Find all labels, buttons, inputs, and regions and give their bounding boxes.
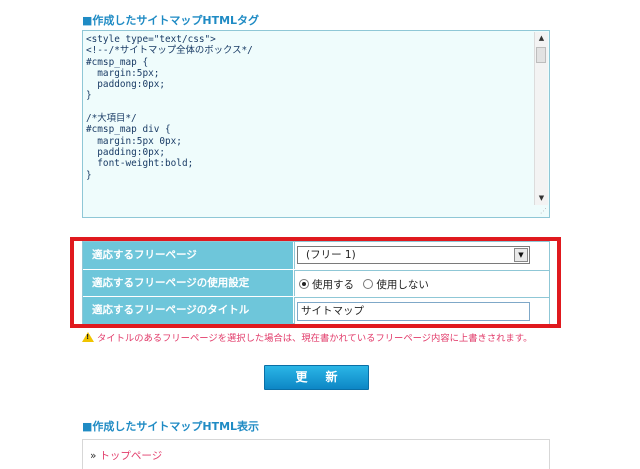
top-page-link[interactable]: » トップページ [90,448,162,463]
usage-radio-group: 使用する 使用しない [299,277,435,292]
code-text[interactable]: <style type="text/css"> <!--/*サイトマップ全体のボ… [86,34,533,211]
free-page-select-value: (フリー 1) [306,249,356,261]
settings-row-usage: 適応するフリーページの使用設定 使用する 使用しない [83,269,549,297]
sitemap-preview: » トップページ [82,439,550,469]
free-page-select[interactable]: (フリー 1) ▼ [297,246,530,264]
scroll-thumb[interactable] [536,47,546,63]
sitemap-html-tag-title: ■作成したサイトマップHTMLタグ [82,14,260,27]
radio-no-use-label[interactable]: 使用しない [376,279,429,291]
scroll-up-icon[interactable]: ▲ [535,32,548,45]
textarea-scrollbar[interactable]: ▲ ▼ [534,32,548,205]
free-page-label: 適応するフリーページ [83,242,293,269]
sitemap-html-view-title: ■作成したサイトマップHTML表示 [82,420,260,433]
page-title-label: 適応するフリーページのタイトル [83,297,293,324]
settings-row-free-page: 適応するフリーページ (フリー 1) ▼ [83,242,549,269]
radio-no-use-icon[interactable] [363,279,374,289]
top-page-link-label[interactable]: トップページ [99,450,162,462]
double-chevron-icon: » [90,450,97,462]
usage-value-cell: 使用する 使用しない [294,270,549,297]
page-title-value-cell: サイトマップ [294,297,549,324]
radio-use[interactable]: 使用する [299,277,354,292]
radio-use-label[interactable]: 使用する [312,279,354,291]
settings-row-title: 適応するフリーページのタイトル サイトマップ [83,296,549,324]
warning-text: タイトルのあるフリーページを選択した場合は、現在書かれているフリーページ内容に上… [97,333,533,344]
resize-grip-icon[interactable]: ⋰ [539,207,547,215]
free-page-settings-table: 適応するフリーページ (フリー 1) ▼ 適応するフリーページの使用設定 使用す… [82,241,550,324]
dropdown-arrow-icon[interactable]: ▼ [514,248,528,262]
warning-icon [82,332,94,342]
scroll-down-icon[interactable]: ▼ [535,192,548,205]
overwrite-warning: タイトルのあるフリーページを選択した場合は、現在書かれているフリーページ内容に上… [82,330,532,344]
free-page-value-cell: (フリー 1) ▼ [294,242,549,269]
sitemap-html-textarea[interactable]: <style type="text/css"> <!--/*サイトマップ全体のボ… [82,30,550,218]
update-button[interactable]: 更新 [264,365,369,390]
usage-setting-label: 適応するフリーページの使用設定 [83,270,293,297]
radio-use-icon[interactable] [299,279,309,289]
page-title-input[interactable]: サイトマップ [297,302,530,321]
radio-no-use[interactable]: 使用しない [363,277,429,292]
